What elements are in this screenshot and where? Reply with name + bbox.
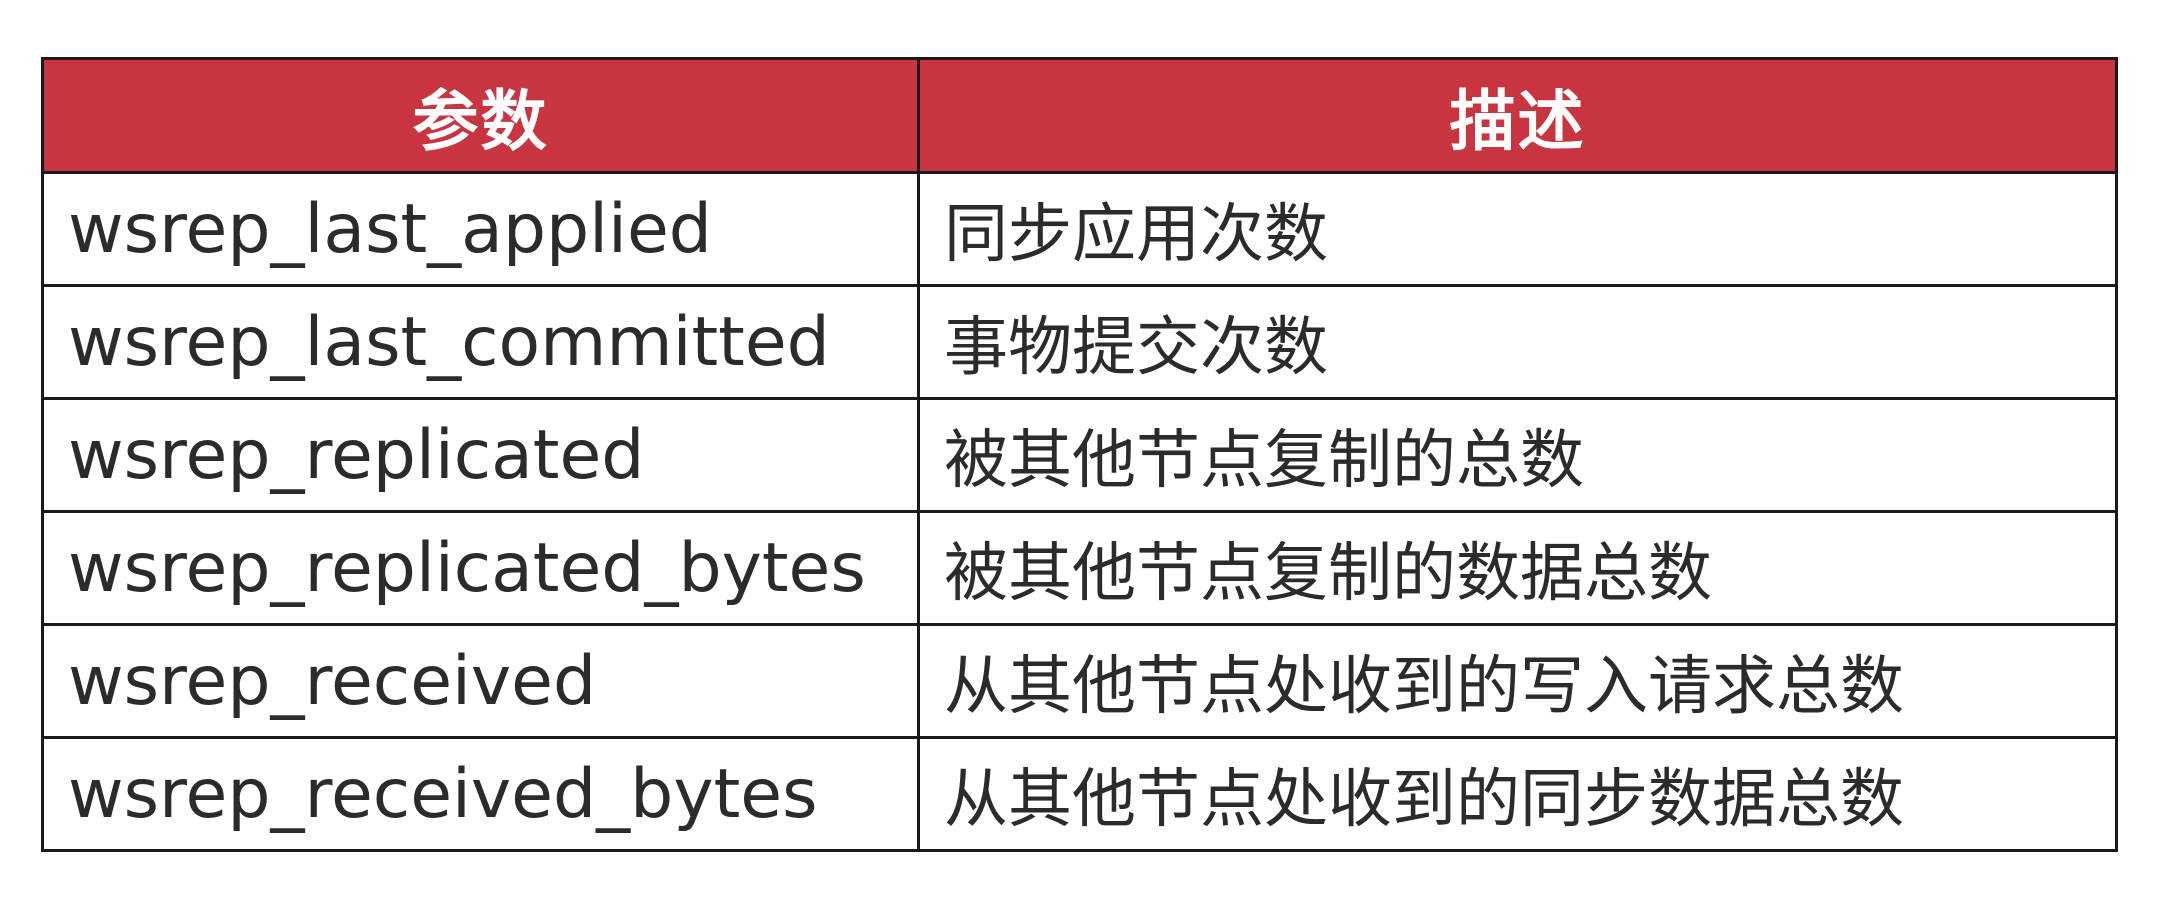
param-cell: wsrep_replicated: [41, 397, 920, 513]
table-row: wsrep_last_applied 同步应用次数: [41, 171, 2118, 287]
table-row: wsrep_received_bytes 从其他节点处收到的同步数据总数: [41, 736, 2118, 852]
header-param: 参数: [41, 57, 920, 174]
param-cell: wsrep_last_committed: [41, 284, 920, 400]
table-row: wsrep_replicated 被其他节点复制的总数: [41, 397, 2118, 513]
table-row: wsrep_last_committed 事物提交次数: [41, 284, 2118, 400]
description-cell: 从其他节点处收到的写入请求总数: [917, 623, 2118, 739]
param-cell: wsrep_last_applied: [41, 171, 920, 287]
description-cell: 同步应用次数: [917, 171, 2118, 287]
description-cell: 从其他节点处收到的同步数据总数: [917, 736, 2118, 852]
description-cell: 被其他节点复制的总数: [917, 397, 2118, 513]
table-header-row: 参数 描述: [41, 57, 2118, 174]
parameter-table: 参数 描述 wsrep_last_applied 同步应用次数 wsrep_la…: [41, 57, 2118, 852]
table-row: wsrep_received 从其他节点处收到的写入请求总数: [41, 623, 2118, 739]
table-row: wsrep_replicated_bytes 被其他节点复制的数据总数: [41, 510, 2118, 626]
description-cell: 事物提交次数: [917, 284, 2118, 400]
param-cell: wsrep_received_bytes: [41, 736, 920, 852]
param-cell: wsrep_received: [41, 623, 920, 739]
param-cell: wsrep_replicated_bytes: [41, 510, 920, 626]
description-cell: 被其他节点复制的数据总数: [917, 510, 2118, 626]
header-description: 描述: [917, 57, 2118, 174]
